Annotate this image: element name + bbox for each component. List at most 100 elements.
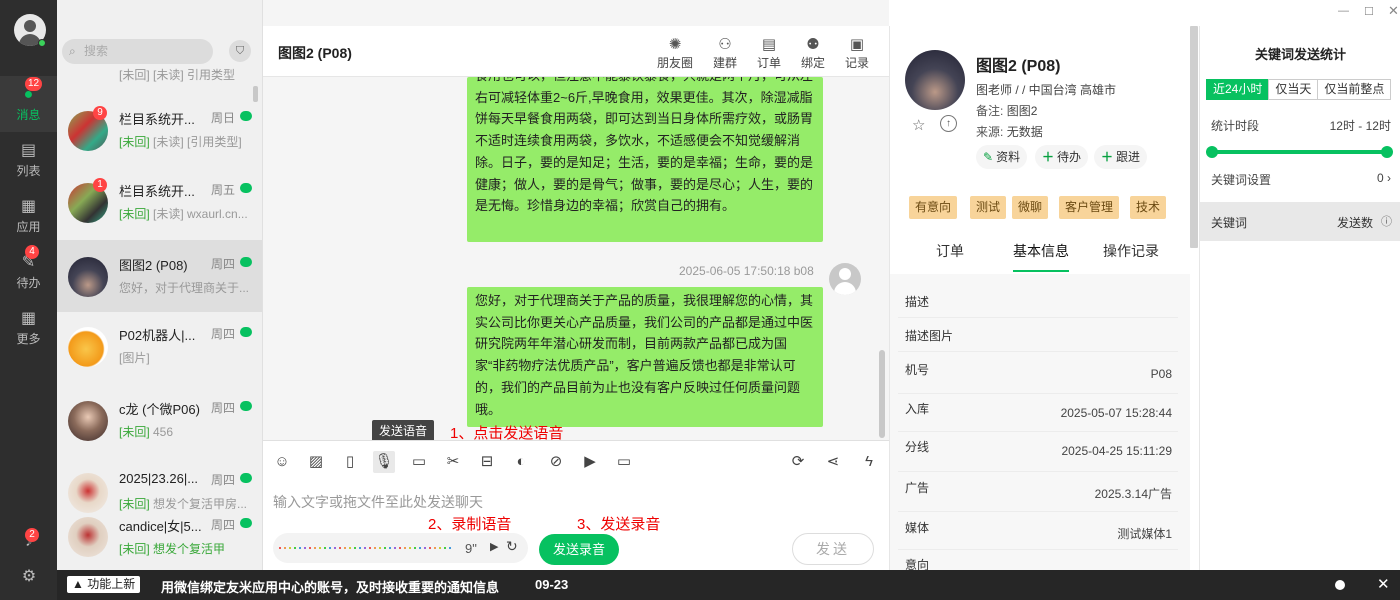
contact-avatar bbox=[68, 327, 108, 367]
send-button[interactable]: 发送 bbox=[792, 533, 874, 565]
conversation-name: 栏目系统开... bbox=[119, 184, 195, 199]
search-input[interactable]: ⌕ 搜索 bbox=[62, 39, 213, 64]
microphone-icon[interactable]: 🎙 bbox=[373, 451, 395, 473]
wechat-icon bbox=[240, 327, 252, 337]
keyword-table-header: 关键词 发送数 ⓘ bbox=[1200, 202, 1400, 241]
field-row: 广告 2025.3.14广告 bbox=[898, 472, 1178, 512]
chat-panel: 图图2 (P08) ✺ 朋友圈 ⚇ 建群 ▤ 订单 ⚉ 绑定 ▣ 记录 食用也可以，但注意… bbox=[263, 0, 889, 570]
chevron-right-icon: › bbox=[1387, 171, 1391, 185]
nav-item-apps[interactable]: ▦ 应用 bbox=[0, 188, 57, 244]
keyword-settings-row[interactable]: 关键词设置 0 › bbox=[1211, 171, 1391, 188]
wechat-icon bbox=[240, 183, 252, 193]
moments-button[interactable]: ✺ 朋友圈 bbox=[655, 36, 695, 71]
tag[interactable]: 技术 bbox=[1130, 196, 1167, 219]
search-placeholder: 搜索 bbox=[84, 44, 109, 58]
nav-item-more[interactable]: ▦ 更多 bbox=[0, 300, 57, 356]
conversation-item[interactable]: candice|女|5... 周四 [未回] 想发个复活甲 bbox=[57, 501, 262, 570]
close-icon[interactable]: ✕ bbox=[1388, 3, 1399, 19]
tab-last-24h[interactable]: 近24小时 bbox=[1206, 79, 1270, 100]
pager-dot[interactable] bbox=[1335, 580, 1345, 590]
edit-icon: ✎ bbox=[983, 150, 994, 164]
order-icon: ▤ bbox=[761, 36, 777, 53]
conversation-item[interactable]: c龙 (个微P06) 周四 [未回] 456 bbox=[57, 384, 262, 456]
grid-icon: ▦ bbox=[20, 198, 37, 215]
bind-button[interactable]: ⚉ 绑定 bbox=[793, 36, 833, 71]
rerecord-icon[interactable]: ↻ bbox=[506, 538, 518, 555]
scissors-icon[interactable]: ✂ bbox=[442, 451, 464, 473]
chat-scrollbar[interactable] bbox=[879, 350, 885, 438]
filter-icon[interactable]: ⛉ bbox=[229, 40, 251, 62]
tab-operation-log[interactable]: 操作记录 bbox=[1103, 241, 1159, 261]
conversation-item[interactable]: 9 栏目系统开... 周日 [未回] [未读] [引用类型] bbox=[57, 94, 262, 166]
share-icon[interactable]: ⋖ bbox=[822, 451, 844, 473]
message-input[interactable]: 输入文字或拖文件至此处发送聊天 bbox=[273, 492, 483, 512]
nav-item-list[interactable]: ▤ 列表 bbox=[0, 132, 57, 188]
send-recording-button[interactable]: 发送录音 bbox=[539, 534, 619, 565]
order-button[interactable]: ▤ 订单 bbox=[749, 36, 789, 71]
conversation-preview: [未回] 想发个复活甲 bbox=[119, 542, 226, 556]
conversation-name: c龙 (个微P06) bbox=[119, 402, 200, 417]
lightning-icon[interactable]: ϟ bbox=[858, 451, 880, 473]
slider-handle-start[interactable] bbox=[1206, 146, 1218, 158]
image-icon[interactable]: ▨ bbox=[305, 451, 327, 473]
wechat-icon bbox=[240, 257, 252, 267]
minimize-icon[interactable]: — bbox=[1338, 5, 1349, 17]
plus-icon: ＋ bbox=[1042, 150, 1055, 164]
tool-label: 建群 bbox=[712, 56, 737, 70]
tag[interactable]: 客户管理 bbox=[1059, 196, 1120, 219]
range-slider[interactable] bbox=[1206, 146, 1393, 158]
play-icon[interactable]: ▶ bbox=[490, 540, 498, 553]
conversation-name: 栏目系统开... bbox=[119, 112, 195, 127]
recording-duration: 9" bbox=[465, 541, 477, 556]
star-icon[interactable]: ☆ bbox=[912, 116, 925, 134]
contact-avatar bbox=[68, 257, 108, 297]
tab-orders[interactable]: 订单 bbox=[936, 241, 964, 261]
settings-gear-icon[interactable]: ⚙ bbox=[19, 566, 39, 586]
tag[interactable]: 测试 bbox=[970, 196, 1007, 219]
tab-current-hour[interactable]: 仅当前整点 bbox=[1317, 79, 1392, 100]
chat-title: 图图2 (P08) bbox=[278, 45, 352, 61]
bag-icon[interactable]: ⊟ bbox=[476, 451, 498, 473]
card-icon[interactable]: ▭ bbox=[613, 451, 635, 473]
info-icon[interactable]: ⓘ bbox=[1381, 213, 1392, 229]
video-play-icon[interactable]: ▶ bbox=[579, 451, 601, 473]
keyword-stats-panel: 关键词发送统计 近24小时 仅当天 仅当前整点 统计时段 12时 - 12时 关… bbox=[1199, 26, 1400, 570]
todo-button[interactable]: ＋待办 bbox=[1035, 145, 1089, 169]
nav-item-messages[interactable]: ● 消息 12 bbox=[0, 76, 57, 132]
link-icon[interactable]: ⊘ bbox=[545, 451, 567, 473]
footer-close-icon[interactable]: ✕ bbox=[1377, 575, 1390, 593]
unread-badge: 9 bbox=[93, 106, 107, 120]
translate-icon[interactable]: ⟳ bbox=[787, 451, 809, 473]
new-feature-badge[interactable]: ▲ 功能上新 bbox=[67, 576, 141, 593]
bind-user-icon: ⚉ bbox=[806, 36, 820, 53]
message-bubble[interactable]: 食用也可以，但注意不能暴饮暴食，只就是两个月，可从左右可减轻体重2~6斤,早晚食… bbox=[467, 77, 823, 242]
time-range-tabs: 近24小时 仅当天 仅当前整点 bbox=[1206, 79, 1392, 100]
profile-scrollbar[interactable] bbox=[1190, 26, 1198, 248]
nav-item-todo[interactable]: ✎ 待办 4 bbox=[0, 244, 57, 300]
tab-today[interactable]: 仅当天 bbox=[1268, 79, 1319, 100]
tag[interactable]: 微聊 bbox=[1012, 196, 1049, 219]
add-user-icon: ⚇ bbox=[718, 36, 732, 53]
search-icon: ⌕ bbox=[69, 44, 76, 58]
conversation-item-selected[interactable]: 图图2 (P08) 周四 您好，对于代理商关于... bbox=[57, 240, 262, 312]
slider-handle-end[interactable] bbox=[1381, 146, 1393, 158]
follow-up-button[interactable]: ＋跟进 bbox=[1094, 145, 1148, 169]
profile-button[interactable]: ✎ 资料 bbox=[976, 145, 1028, 169]
stats-title: 关键词发送统计 bbox=[1254, 47, 1346, 62]
tool-label: 记录 bbox=[844, 56, 869, 70]
video-icon[interactable]: ▭ bbox=[408, 451, 430, 473]
footer-message[interactable]: 用微信绑定友米应用中心的账号，及时接收重要的通知信息 bbox=[161, 577, 499, 596]
pin-top-icon[interactable]: ↑ bbox=[940, 115, 957, 132]
record-button[interactable]: ▣ 记录 bbox=[837, 36, 877, 71]
tag[interactable]: 有意向 bbox=[909, 196, 958, 219]
maximize-icon[interactable]: ☐ bbox=[1364, 5, 1374, 18]
quote-icon[interactable]: ◐ bbox=[510, 451, 532, 473]
tab-basic-info[interactable]: 基本信息 bbox=[1013, 241, 1069, 261]
conversation-item[interactable]: 1 栏目系统开... 周五 [未回] [未读] wxaurl.cn... bbox=[57, 166, 262, 238]
file-icon[interactable]: ▯ bbox=[339, 451, 361, 473]
emoji-icon[interactable]: ☺ bbox=[271, 451, 293, 473]
contact-note: 备注: 图图2 bbox=[976, 104, 1038, 118]
conversation-item[interactable]: P02机器人|... 周四 [图片] bbox=[57, 310, 262, 382]
message-bubble[interactable]: 您好，对于代理商关于产品的质量，我很理解您的心情，其实公司比你更关心产品质量，我… bbox=[467, 287, 823, 427]
create-group-button[interactable]: ⚇ 建群 bbox=[705, 36, 745, 71]
